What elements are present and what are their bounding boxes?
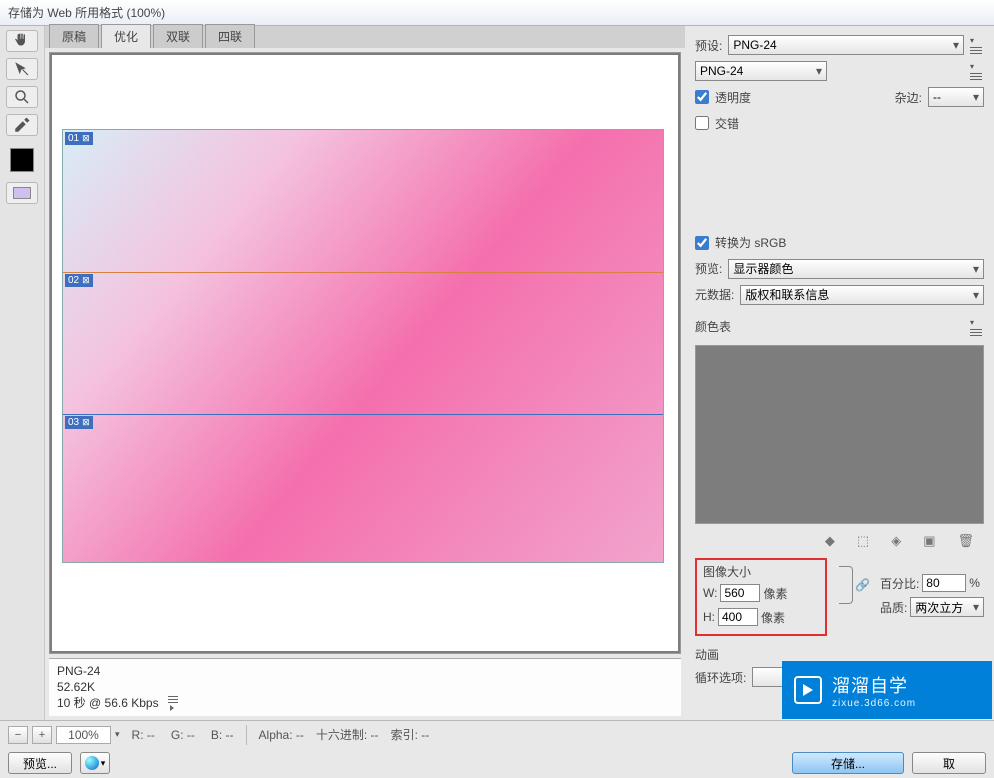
tab-optimized[interactable]: 优化 (101, 24, 151, 48)
info-menu-icon[interactable] (168, 696, 178, 711)
colortable-menu-icon[interactable] (970, 318, 984, 336)
button-bar: 预览... ▾ 存储... 取 (0, 748, 994, 778)
link-dimensions-icon[interactable] (839, 566, 853, 604)
width-unit: 像素 (763, 585, 787, 602)
colortable-toolbar: ◆ ⬚ ◈ ▣ 🗑 (695, 528, 984, 554)
preview-select[interactable]: 显示器颜色 (728, 259, 984, 279)
srgb-checkbox[interactable] (695, 236, 709, 250)
status-g: G: -- (171, 728, 195, 742)
quality-label: 品质: (880, 599, 907, 616)
foreground-color-swatch[interactable] (10, 148, 34, 172)
loop-label: 循环选项: (695, 669, 746, 686)
hand-tool-icon[interactable] (6, 30, 38, 52)
preview-frame: 01⊠ 02⊠ 03⊠ (49, 52, 681, 654)
center-column: 原稿 优化 双联 四联 01⊠ 02⊠ 03⊠ PNG-24 52.62K 10… (45, 26, 685, 720)
ct-lock-icon[interactable]: ⬚ (857, 533, 869, 549)
watermark-text: 溜溜自学 (832, 672, 916, 698)
zoom-field[interactable]: 100% (56, 726, 111, 744)
slice-tag-1[interactable]: 01⊠ (65, 132, 93, 145)
colortable-label: 颜色表 (695, 318, 731, 335)
watermark-play-icon (794, 676, 822, 704)
preset-select[interactable]: PNG-24 (728, 35, 964, 55)
preset-menu-icon[interactable] (970, 36, 984, 54)
transparency-label: 透明度 (715, 89, 751, 106)
slice-divider-2[interactable] (63, 414, 663, 415)
status-alpha: Alpha: -- (259, 728, 304, 742)
tool-column (0, 26, 45, 720)
transparency-checkbox[interactable] (695, 90, 709, 104)
quality-select[interactable]: 两次立方 (910, 597, 984, 617)
srgb-label: 转换为 sRGB (715, 234, 786, 251)
status-b: B: -- (211, 728, 234, 742)
format-menu-icon[interactable] (970, 62, 984, 80)
preview-tabs: 原稿 优化 双联 四联 (45, 26, 685, 48)
status-r: R: -- (132, 728, 155, 742)
slice-tag-2[interactable]: 02⊠ (65, 274, 93, 287)
preview-button[interactable]: 预览... (8, 752, 72, 774)
zoom-in-button[interactable]: + (32, 726, 52, 744)
matte-label: 杂边: (895, 89, 922, 106)
globe-icon (85, 756, 99, 770)
ct-new-icon[interactable]: ▣ (923, 533, 935, 549)
tab-4up[interactable]: 四联 (205, 24, 255, 48)
percent-unit: % (969, 576, 980, 590)
watermark-sub: zixue.3d66.com (832, 698, 916, 709)
format-select[interactable]: PNG-24 (695, 61, 827, 81)
ct-eyedropper-icon[interactable]: ◆ (825, 533, 835, 549)
height-label: H: (703, 610, 715, 624)
image-size-group: 图像大小 W: 像素 H: 像素 (695, 558, 827, 636)
color-table (695, 345, 984, 524)
zoom-tool-icon[interactable] (6, 86, 38, 108)
preset-label: 预设: (695, 37, 722, 54)
optimize-info: PNG-24 52.62K 10 秒 @ 56.6 Kbps (49, 658, 681, 716)
tab-2up[interactable]: 双联 (153, 24, 203, 48)
width-input[interactable] (720, 584, 760, 602)
preview-canvas[interactable]: 01⊠ 02⊠ 03⊠ (52, 55, 678, 651)
interlace-label: 交错 (715, 115, 739, 132)
slice-visibility-toggle-icon[interactable] (6, 182, 38, 204)
tab-original[interactable]: 原稿 (49, 24, 99, 48)
height-input[interactable] (718, 608, 758, 626)
metadata-label: 元数据: (695, 286, 734, 303)
slice-tag-3[interactable]: 03⊠ (65, 416, 93, 429)
watermark-overlay: 溜溜自学 zixue.3d66.com (782, 661, 992, 719)
slice-select-tool-icon[interactable] (6, 58, 38, 80)
height-unit: 像素 (761, 609, 785, 626)
preview-label: 预览: (695, 260, 722, 277)
save-button[interactable]: 存储... (792, 752, 904, 774)
status-hex: 十六进制: -- (316, 726, 379, 743)
slice-divider-1[interactable] (63, 272, 663, 273)
zoom-out-button[interactable]: − (8, 726, 28, 744)
settings-panel: 预设: PNG-24 PNG-24 透明度 杂边: -- 交错 转换为 sRGB… (685, 26, 990, 720)
window-title: 存储为 Web 所用格式 (100%) (8, 4, 165, 21)
metadata-select[interactable]: 版权和联系信息 (740, 285, 984, 305)
info-format: PNG-24 (57, 663, 673, 679)
interlace-checkbox[interactable] (695, 116, 709, 130)
status-bar: − + 100% ▾ R: -- G: -- B: -- Alpha: -- 十… (0, 720, 994, 748)
info-download-time: 10 秒 @ 56.6 Kbps (57, 696, 159, 710)
ct-map-icon[interactable]: ◈ (891, 533, 901, 549)
eyedropper-tool-icon[interactable] (6, 114, 38, 136)
percent-label: 百分比: (880, 575, 919, 592)
matte-select[interactable]: -- (928, 87, 984, 107)
ct-trash-icon[interactable]: 🗑 (957, 533, 974, 549)
status-index: 索引: -- (391, 726, 430, 743)
cancel-button[interactable]: 取 (912, 752, 986, 774)
browser-preview-button[interactable]: ▾ (80, 752, 110, 774)
width-label: W: (703, 586, 717, 600)
percent-input[interactable] (922, 574, 966, 592)
imagesize-label: 图像大小 (703, 563, 819, 580)
titlebar: 存储为 Web 所用格式 (100%) (0, 0, 994, 26)
info-filesize: 52.62K (57, 679, 673, 695)
